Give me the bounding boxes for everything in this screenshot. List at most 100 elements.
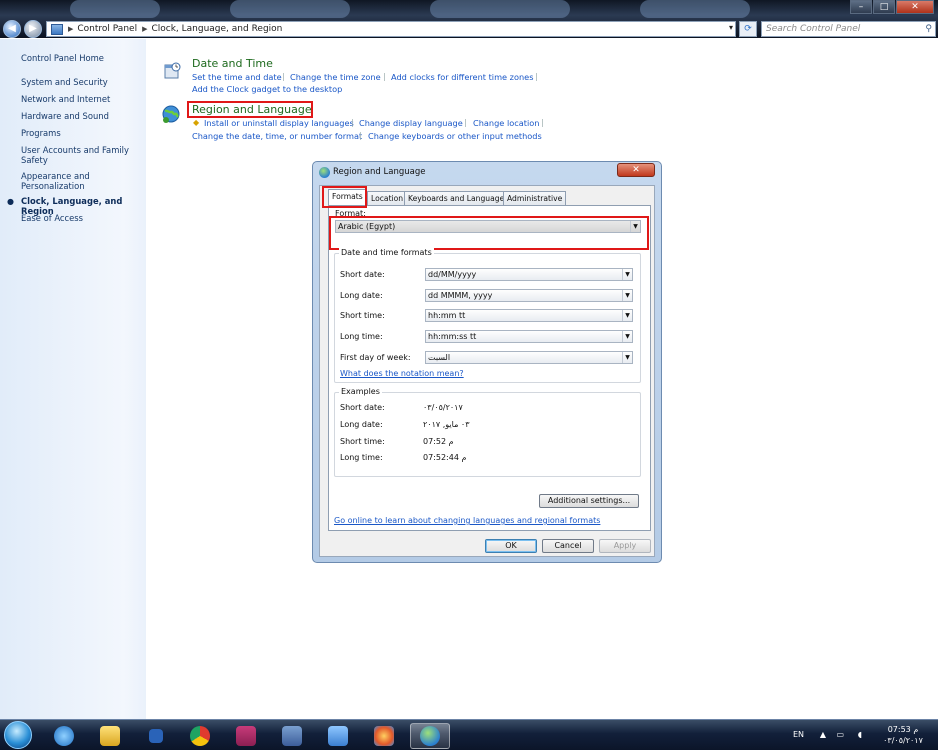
example-long-date-label: Long date: [340, 420, 383, 429]
dialog-body: Formats Location Keyboards and Languages… [319, 185, 655, 557]
online-learn-link[interactable]: Go online to learn about changing langua… [334, 516, 600, 525]
chevron-down-icon: ▼ [622, 290, 632, 301]
back-button[interactable]: ◀ [3, 20, 21, 38]
chrome-icon [190, 726, 210, 746]
date-time-icon [164, 62, 181, 79]
example-short-date-value: ٠٣/٠٥/٢٠١٧ [423, 403, 463, 412]
sidebar-item-system-security[interactable]: System and Security [21, 77, 143, 87]
examples-group-title: Examples [339, 387, 382, 396]
link-change-location[interactable]: Change location [473, 118, 539, 128]
example-long-time-value: 07:52:44 م [423, 453, 467, 462]
shield-icon: ◆ [193, 118, 200, 127]
search-icon[interactable]: ⚲ [925, 22, 932, 36]
search-input[interactable]: Search Control Panel ⚲ [761, 21, 936, 37]
long-date-value: dd MMMM, yyyy [428, 291, 493, 300]
taskbar-chrome[interactable] [180, 723, 220, 749]
system-tray: EN ▲ ▭ ◖ 07:53 م ٠٣/٠٥/٢٠١٧ [784, 724, 934, 748]
link-set-time-date[interactable]: Set the time and date [192, 72, 282, 82]
internet-explorer-icon [54, 726, 74, 746]
taskbar-control-panel[interactable] [410, 723, 450, 749]
long-date-select[interactable]: dd MMMM, yyyy ▼ [425, 289, 633, 302]
media-player-icon [149, 729, 163, 743]
taskbar-app-2[interactable] [318, 723, 358, 749]
long-date-label: Long date: [340, 291, 383, 300]
address-dropdown-icon[interactable]: ▾ [729, 23, 733, 32]
minimize-button[interactable]: – [850, 0, 872, 14]
sidebar-item-appearance[interactable]: Appearance and Personalization [21, 171, 121, 191]
breadcrumb-control-panel[interactable]: Control Panel [77, 24, 137, 34]
long-time-label: Long time: [340, 332, 383, 341]
link-add-clock-gadget[interactable]: Add the Clock gadget to the desktop [192, 84, 342, 94]
dialog-title: Region and Language [333, 167, 426, 177]
link-install-display-languages[interactable]: Install or uninstall display languages [204, 118, 354, 128]
example-short-date-label: Short date: [340, 403, 385, 412]
address-bar[interactable]: ▶ Control Panel ▶ Clock, Language, and R… [46, 21, 736, 37]
short-date-label: Short date: [340, 270, 385, 279]
sidebar: Control Panel Home System and Security N… [0, 39, 146, 719]
active-bullet-icon: ● [7, 197, 14, 206]
ok-button[interactable]: OK [485, 539, 537, 553]
long-time-select[interactable]: hh:mm:ss tt ▼ [425, 330, 633, 343]
network-icon[interactable]: ▭ [836, 730, 844, 739]
forward-button[interactable]: ▶ [24, 20, 42, 38]
short-time-select[interactable]: hh:mm tt ▼ [425, 309, 633, 322]
region-language-dialog: Region and Language ✕ Formats Location K… [312, 161, 662, 563]
app-icon [328, 726, 348, 746]
sidebar-item-control-panel-home[interactable]: Control Panel Home [21, 53, 143, 63]
short-date-select[interactable]: dd/MM/yyyy ▼ [425, 268, 633, 281]
tab-administrative[interactable]: Administrative [503, 191, 567, 205]
dialog-close-button[interactable]: ✕ [617, 163, 655, 177]
desktop-screen: – □ ✕ ◀ ▶ ▶ Control Panel ▶ Clock, Langu… [0, 0, 938, 750]
refresh-button[interactable]: ⟳ [739, 21, 757, 37]
taskbar-app[interactable] [272, 723, 312, 749]
chevron-down-icon: ▼ [622, 310, 632, 321]
breadcrumb-separator-icon: ▶ [68, 25, 74, 33]
tab-location[interactable]: Location [367, 191, 408, 205]
control-panel-icon [420, 726, 440, 746]
highlight-box-region-language [187, 101, 313, 118]
apply-button: Apply [599, 539, 651, 553]
clock-date: ٠٣/٠٥/٢٠١٧ [883, 736, 923, 745]
start-button[interactable] [4, 721, 32, 749]
link-change-date-format[interactable]: Change the date, time, or number format [192, 131, 362, 141]
maximize-button[interactable]: □ [873, 0, 895, 14]
sidebar-item-hardware-sound[interactable]: Hardware and Sound [21, 111, 143, 121]
datetime-formats-group-title: Date and time formats [339, 248, 434, 257]
datetime-formats-group: Date and time formats Short date: dd/MM/… [334, 248, 641, 383]
additional-settings-button[interactable]: Additional settings... [539, 494, 639, 508]
taskbar-paint[interactable] [364, 723, 404, 749]
category-date-time-title[interactable]: Date and Time [192, 57, 273, 70]
tray-arrow-icon[interactable]: ▲ [820, 730, 826, 739]
sidebar-item-ease-of-access[interactable]: Ease of Access [21, 213, 143, 223]
taskbar-media-player[interactable] [136, 723, 176, 749]
sidebar-item-programs[interactable]: Programs [21, 128, 143, 138]
taskbar-access[interactable] [226, 723, 266, 749]
formats-tab-panel: Format: Arabic (Egypt) ▼ Date and time f… [328, 205, 651, 531]
chevron-down-icon: ▼ [622, 352, 632, 363]
link-change-display-language[interactable]: Change display language [359, 118, 463, 128]
taskbar-internet-explorer[interactable] [44, 723, 84, 749]
sidebar-item-user-accounts[interactable]: User Accounts and Family Safety [21, 145, 131, 165]
short-time-value: hh:mm tt [428, 311, 466, 320]
close-window-button[interactable]: ✕ [896, 0, 934, 14]
chevron-down-icon: ▼ [622, 331, 632, 342]
breadcrumb-separator-icon: ▶ [142, 25, 148, 33]
first-day-select[interactable]: السبت ▼ [425, 351, 633, 364]
example-long-date-value: ٠٣ مايو, ٢٠١٧ [423, 420, 470, 429]
globe-icon [162, 105, 180, 123]
cancel-button[interactable]: Cancel [542, 539, 594, 553]
sidebar-item-network-internet[interactable]: Network and Internet [21, 94, 143, 104]
taskbar-explorer[interactable] [90, 723, 130, 749]
link-add-clocks[interactable]: Add clocks for different time zones [391, 72, 534, 82]
tab-keyboards-languages[interactable]: Keyboards and Languages [404, 191, 513, 205]
clock[interactable]: 07:53 م ٠٣/٠٥/٢٠١٧ [878, 724, 928, 746]
example-short-time-label: Short time: [340, 437, 385, 446]
link-change-keyboards[interactable]: Change keyboards or other input methods [368, 131, 542, 141]
breadcrumb-clock-language-region[interactable]: Clock, Language, and Region [151, 24, 282, 34]
notation-link[interactable]: What does the notation mean? [340, 369, 464, 378]
app-icon [282, 726, 302, 746]
language-indicator[interactable]: EN [793, 730, 804, 739]
examples-group: Examples Short date: ٠٣/٠٥/٢٠١٧ Long dat… [334, 387, 641, 477]
link-change-time-zone[interactable]: Change the time zone [290, 72, 381, 82]
volume-icon[interactable]: ◖ [858, 730, 862, 739]
